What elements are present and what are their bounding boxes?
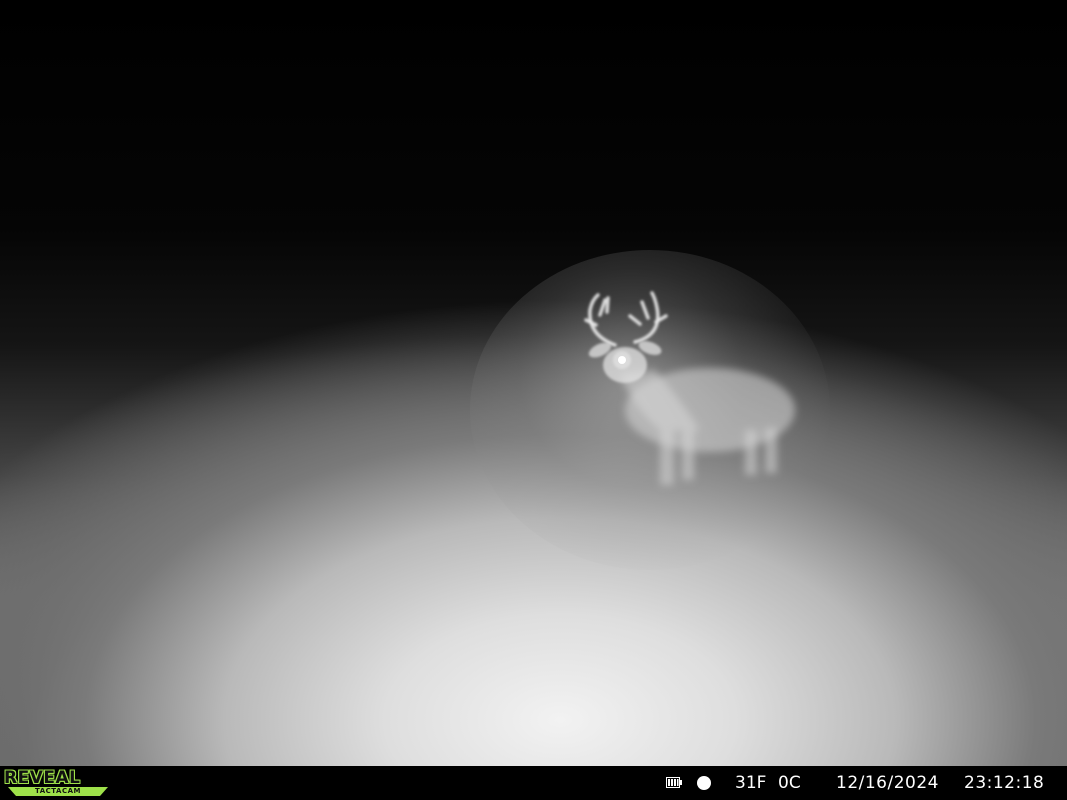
logo-text: REVEAL bbox=[4, 768, 81, 788]
deer-antlers bbox=[584, 291, 668, 347]
capture-time: 23:12:18 bbox=[964, 773, 1045, 793]
capture-date: 12/16/2024 bbox=[836, 773, 939, 793]
logo-subtext: TACTACAM bbox=[35, 787, 81, 795]
battery-icon bbox=[666, 777, 682, 788]
night-infrared-scene bbox=[0, 0, 1067, 766]
whitetail-buck-figure bbox=[584, 291, 795, 485]
trail-camera-frame: REVEAL TACTACAM 31F 0C 12/16/2024 23:12:… bbox=[0, 0, 1067, 800]
temperature-celsius: 0C bbox=[778, 773, 801, 793]
camera-info-bar: REVEAL TACTACAM 31F 0C 12/16/2024 23:12:… bbox=[0, 766, 1067, 800]
temperature-fahrenheit: 31F bbox=[735, 773, 767, 793]
deer-body bbox=[620, 368, 795, 485]
full-moon-icon bbox=[697, 776, 711, 790]
reveal-tactacam-logo: REVEAL TACTACAM bbox=[4, 769, 112, 797]
